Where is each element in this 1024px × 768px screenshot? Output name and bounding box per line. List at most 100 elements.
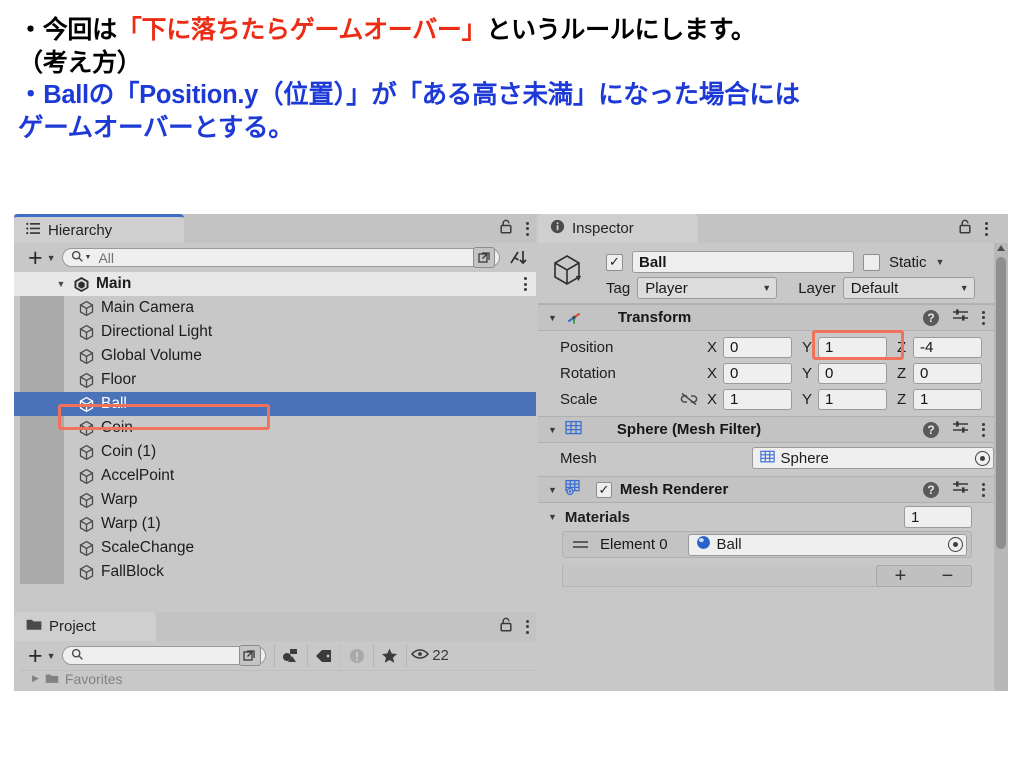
remove-material-button[interactable]: −: [942, 565, 954, 588]
materials-count-input[interactable]: 1: [904, 506, 972, 528]
scroll-up-arrow-icon[interactable]: [997, 245, 1005, 251]
project-search-input[interactable]: [61, 645, 266, 666]
lock-icon[interactable]: [958, 219, 972, 238]
help-icon[interactable]: ?: [923, 481, 939, 498]
object-picker-icon[interactable]: [975, 450, 990, 466]
lock-icon[interactable]: [499, 617, 513, 636]
add-gameobject-button[interactable]: + ▼: [20, 245, 62, 270]
transform-rotation-z-input[interactable]: 0: [913, 362, 982, 384]
project-favorites-row[interactable]: ▶ Favorites: [20, 670, 536, 686]
hierarchy-item-ball[interactable]: Ball: [14, 392, 536, 416]
broken-link-icon[interactable]: [680, 392, 698, 406]
layer-dropdown[interactable]: Default ▼: [842, 277, 975, 299]
chevron-right-icon[interactable]: ▶: [32, 673, 39, 684]
preset-icon[interactable]: [952, 420, 969, 439]
static-checkbox[interactable]: ✓: [863, 253, 880, 271]
visible-asset-count[interactable]: 22: [405, 644, 454, 667]
hierarchy-tabstrip: Hierarchy: [14, 214, 536, 243]
kebab-menu-icon[interactable]: [526, 619, 529, 634]
transform-rotation-x-input[interactable]: 0: [723, 362, 792, 384]
search-dropdown-caret-icon[interactable]: ▼: [85, 254, 92, 261]
hierarchy-item-directional-light[interactable]: Directional Light: [14, 320, 536, 344]
kebab-menu-icon[interactable]: [982, 422, 985, 437]
sort-icon[interactable]: [505, 249, 531, 266]
expand-window-icon[interactable]: [473, 247, 495, 268]
scene-kebab-menu-icon[interactable]: [524, 272, 527, 296]
tag-dropdown[interactable]: Player ▼: [637, 277, 778, 299]
kebab-menu-icon[interactable]: [526, 221, 529, 236]
warning-filter-icon[interactable]: [339, 644, 373, 667]
project-create-button[interactable]: + ▼: [20, 641, 62, 670]
gameobject-name-input[interactable]: Ball: [632, 251, 854, 273]
transform-position-x-input[interactable]: 0: [723, 336, 792, 358]
hierarchy-item-coin-1[interactable]: Coin (1): [14, 440, 536, 464]
material-object-field[interactable]: Ball: [687, 533, 967, 556]
preset-icon[interactable]: [952, 480, 969, 499]
transform-scale-x-input[interactable]: 1: [723, 388, 792, 410]
help-icon[interactable]: ?: [923, 309, 939, 326]
hierarchy-search-input[interactable]: ▼ All: [61, 247, 500, 268]
star-favorite-icon[interactable]: [372, 644, 406, 667]
inspector-scroll-thumb[interactable]: [996, 257, 1006, 549]
hierarchy-item-floor[interactable]: Floor: [14, 368, 536, 392]
mesh-filter-component-header[interactable]: ▼ Sphere (Mesh Filter) ?: [538, 416, 994, 443]
tab-hierarchy[interactable]: Hierarchy: [14, 214, 184, 243]
mesh-renderer-title: Mesh Renderer: [619, 481, 729, 498]
mesh-object-field[interactable]: Sphere: [751, 447, 994, 469]
help-icon[interactable]: ?: [923, 421, 939, 438]
hierarchy-tree[interactable]: ▼ Main Main Camera Directional Light Globa…: [14, 272, 536, 612]
preset-icon[interactable]: [952, 308, 969, 327]
hierarchy-item-warp-1[interactable]: Warp (1): [14, 512, 536, 536]
expand-window-icon[interactable]: [238, 645, 261, 666]
slide-root: ・今回は「下に落ちたらゲームオーバー」というルールにします。 （考え方） ・Ba…: [0, 0, 1024, 768]
kebab-menu-icon[interactable]: [985, 221, 988, 236]
tag-label: Tag: [606, 279, 631, 297]
material-add-remove-buttons[interactable]: + −: [876, 565, 972, 587]
layer-value: Default: [850, 279, 899, 297]
hierarchy-item-warp[interactable]: Warp: [14, 488, 536, 512]
chevron-down-icon[interactable]: ▼: [548, 425, 557, 435]
hierarchy-scene-row[interactable]: ▼ Main: [14, 272, 536, 296]
transform-title: Transform: [617, 309, 692, 326]
gameobject-cube-icon: [550, 253, 584, 291]
asset-type-filter-icon[interactable]: [273, 644, 307, 667]
kebab-menu-icon[interactable]: [982, 310, 985, 325]
transform-rotation-y-input[interactable]: 0: [818, 362, 887, 384]
drag-handle-icon[interactable]: [573, 541, 588, 548]
hierarchy-item-main-camera[interactable]: Main Camera: [14, 296, 536, 320]
hierarchy-item-fallblock[interactable]: FallBlock: [14, 560, 536, 584]
plus-icon: +: [28, 641, 43, 670]
transform-component-header[interactable]: ▼ Transform ?: [538, 304, 994, 331]
hierarchy-item-scalechange[interactable]: ScaleChange: [14, 536, 536, 560]
transform-position-z-input[interactable]: -4: [913, 336, 982, 358]
chevron-down-icon[interactable]: ▼: [548, 485, 557, 495]
tab-project[interactable]: Project: [14, 612, 156, 641]
material-element-row[interactable]: Element 0 Ball: [562, 531, 972, 558]
kebab-menu-icon[interactable]: [982, 482, 985, 497]
chevron-down-icon[interactable]: ▼: [54, 279, 68, 289]
add-material-button[interactable]: +: [895, 565, 907, 588]
project-toolbar: + ▼ 22: [14, 641, 536, 670]
transform-scale-y-input[interactable]: 1: [818, 388, 887, 410]
gameobject-enabled-checkbox[interactable]: ✓: [606, 253, 623, 271]
materials-row[interactable]: ▼ Materials 1: [538, 503, 994, 531]
gameobject-icon-caret[interactable]: ▼: [574, 273, 583, 283]
transform-rotation-x-axis-label: X: [707, 364, 718, 382]
label-filter-icon[interactable]: [306, 644, 340, 667]
mesh-renderer-component-header[interactable]: ▼ ✓ Mesh Renderer ?: [538, 476, 994, 503]
gameobject-header: ▼ ✓ Ball ✓ Static ▼ Tag Player ▼: [538, 243, 994, 304]
mesh-renderer-enabled-checkbox[interactable]: ✓: [595, 481, 612, 498]
chevron-down-icon[interactable]: ▼: [548, 512, 557, 522]
object-picker-icon[interactable]: [948, 537, 963, 552]
static-dropdown-caret-icon[interactable]: ▼: [936, 257, 945, 267]
hierarchy-item-accelpoint[interactable]: AccelPoint: [14, 464, 536, 488]
transform-scale-z-input[interactable]: 1: [913, 388, 982, 410]
hierarchy-item-coin[interactable]: Coin: [14, 416, 536, 440]
chevron-down-icon[interactable]: ▼: [548, 313, 557, 323]
hierarchy-item-global-volume[interactable]: Global Volume: [14, 344, 536, 368]
transform-scale-z-axis-label: Z: [897, 390, 907, 408]
inspector-scrollbar[interactable]: [994, 243, 1008, 691]
lock-icon[interactable]: [499, 219, 513, 238]
tab-inspector[interactable]: Inspector: [538, 214, 698, 243]
transform-position-y-input[interactable]: 1: [818, 336, 887, 358]
